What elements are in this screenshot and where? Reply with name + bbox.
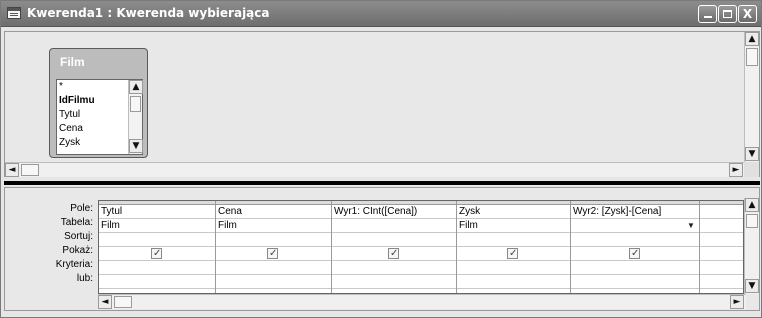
scroll-thumb[interactable] bbox=[746, 48, 758, 66]
field-list-items[interactable]: * IdFilmu Tytul Cena Zysk ▲ ▼ bbox=[56, 79, 143, 155]
scroll-thumb[interactable] bbox=[21, 164, 39, 176]
cell-sort[interactable] bbox=[99, 233, 215, 247]
scroll-corner bbox=[744, 162, 759, 177]
cell-table[interactable]: Film bbox=[457, 219, 570, 233]
field-item-tytul[interactable]: Tytul bbox=[59, 109, 80, 120]
field-list-title: Film bbox=[60, 55, 85, 69]
cell-or[interactable] bbox=[700, 275, 743, 289]
scroll-thumb[interactable] bbox=[130, 96, 141, 112]
table-pane: Film * IdFilmu Tytul Cena Zysk ▲ ▼ ▲ ▼ ◄ bbox=[4, 31, 760, 177]
show-checkbox[interactable] bbox=[388, 247, 399, 260]
minimize-icon bbox=[703, 16, 712, 18]
field-item-zysk[interactable]: Zysk bbox=[59, 137, 80, 148]
cell-or[interactable] bbox=[216, 275, 331, 289]
window-title: Kwerenda1 : Kwerenda wybierająca bbox=[27, 6, 270, 20]
field-item-cena[interactable]: Cena bbox=[59, 123, 83, 134]
grid-column-3[interactable]: Wyr1: CInt([Cena]) bbox=[332, 201, 457, 293]
cell-table[interactable] bbox=[332, 219, 456, 233]
cell-criteria[interactable] bbox=[99, 261, 215, 275]
scroll-up-icon[interactable]: ▲ bbox=[129, 80, 143, 94]
cell-show[interactable] bbox=[457, 247, 570, 261]
field-item-all[interactable]: * bbox=[59, 81, 63, 92]
cell-table[interactable]: Film bbox=[99, 219, 215, 233]
cell-show[interactable] bbox=[700, 247, 743, 261]
grid-column-6[interactable] bbox=[700, 201, 743, 293]
table-pane-hscrollbar[interactable]: ◄ ► bbox=[5, 162, 745, 177]
field-list-film[interactable]: Film * IdFilmu Tytul Cena Zysk ▲ ▼ bbox=[49, 48, 148, 158]
row-label-or: lub: bbox=[76, 273, 93, 284]
cell-sort[interactable] bbox=[332, 233, 456, 247]
cell-table[interactable]: ▼ bbox=[571, 219, 699, 233]
cell-show[interactable] bbox=[571, 247, 699, 261]
cell-table[interactable] bbox=[700, 219, 743, 233]
row-label-show: Pokaż: bbox=[62, 245, 93, 256]
cell-sort[interactable] bbox=[571, 233, 699, 247]
table-pane-vscrollbar[interactable]: ▲ ▼ bbox=[744, 32, 759, 162]
scroll-left-icon[interactable]: ◄ bbox=[98, 295, 112, 309]
scroll-up-icon[interactable]: ▲ bbox=[745, 32, 759, 46]
design-grid[interactable]: Tytul Film Cena Film Wyr1: CInt([Cen bbox=[98, 200, 744, 294]
title-bar[interactable]: Kwerenda1 : Kwerenda wybierająca X bbox=[1, 1, 761, 27]
close-button[interactable]: X bbox=[738, 5, 757, 23]
scroll-right-icon[interactable]: ► bbox=[729, 163, 743, 177]
cell-field[interactable]: Wyr2: [Zysk]-[Cena] bbox=[571, 205, 699, 219]
cell-field[interactable]: Zysk bbox=[457, 205, 570, 219]
scroll-left-icon[interactable]: ◄ bbox=[5, 163, 19, 177]
cell-table[interactable]: Film bbox=[216, 219, 331, 233]
cell-or[interactable] bbox=[99, 275, 215, 289]
scroll-down-icon[interactable]: ▼ bbox=[129, 139, 143, 153]
show-checkbox[interactable] bbox=[507, 247, 518, 260]
grid-hscrollbar[interactable]: ◄ ► bbox=[98, 294, 746, 309]
cell-criteria[interactable] bbox=[332, 261, 456, 275]
grid-column-5[interactable]: Wyr2: [Zysk]-[Cena] ▼ bbox=[571, 201, 700, 293]
show-checkbox[interactable] bbox=[151, 247, 162, 260]
scroll-down-icon[interactable]: ▼ bbox=[745, 147, 759, 161]
row-label-table: Tabela: bbox=[60, 217, 93, 228]
scroll-up-icon[interactable]: ▲ bbox=[745, 198, 759, 212]
row-label-sort: Sortuj: bbox=[64, 231, 93, 242]
cell-or[interactable] bbox=[571, 275, 699, 289]
cell-or[interactable] bbox=[457, 275, 570, 289]
grid-column-2[interactable]: Cena Film bbox=[216, 201, 332, 293]
row-label-criteria: Kryteria: bbox=[55, 259, 93, 270]
grid-column-4[interactable]: Zysk Film bbox=[457, 201, 571, 293]
cell-sort[interactable] bbox=[700, 233, 743, 247]
cell-field[interactable]: Tytul bbox=[99, 205, 215, 219]
cell-field[interactable] bbox=[700, 205, 743, 219]
cell-or[interactable] bbox=[332, 275, 456, 289]
scroll-thumb[interactable] bbox=[746, 214, 758, 228]
query-window: Kwerenda1 : Kwerenda wybierająca X Film … bbox=[0, 0, 762, 318]
grid-vscrollbar[interactable]: ▲ ▼ bbox=[744, 198, 759, 294]
cell-show[interactable] bbox=[216, 247, 331, 261]
cell-criteria[interactable] bbox=[457, 261, 570, 275]
cell-field[interactable]: Wyr1: CInt([Cena]) bbox=[332, 205, 456, 219]
cell-criteria[interactable] bbox=[216, 261, 331, 275]
field-list-scrollbar[interactable]: ▲ ▼ bbox=[128, 80, 143, 154]
cell-sort[interactable] bbox=[216, 233, 331, 247]
cell-sort[interactable] bbox=[457, 233, 570, 247]
grid-column-1[interactable]: Tytul Film bbox=[99, 201, 216, 293]
cell-show[interactable] bbox=[99, 247, 215, 261]
maximize-button[interactable] bbox=[718, 5, 737, 23]
query-icon bbox=[7, 7, 21, 19]
row-label-field: Pole: bbox=[70, 203, 93, 214]
chevron-down-icon[interactable]: ▼ bbox=[685, 220, 697, 231]
show-checkbox[interactable] bbox=[267, 247, 278, 260]
maximize-icon bbox=[723, 10, 732, 18]
cell-show[interactable] bbox=[332, 247, 456, 261]
scroll-thumb[interactable] bbox=[114, 296, 132, 308]
pane-splitter[interactable] bbox=[4, 181, 760, 185]
design-grid-pane: Pole: Tabela: Sortuj: Pokaż: Kryteria: l… bbox=[4, 187, 760, 311]
cell-field[interactable]: Cena bbox=[216, 205, 331, 219]
scroll-down-icon[interactable]: ▼ bbox=[745, 279, 759, 293]
show-checkbox[interactable] bbox=[629, 247, 640, 260]
cell-criteria[interactable] bbox=[571, 261, 699, 275]
field-item-idfilmu[interactable]: IdFilmu bbox=[59, 95, 95, 106]
cell-criteria[interactable] bbox=[700, 261, 743, 275]
scroll-right-icon[interactable]: ► bbox=[730, 295, 744, 309]
minimize-button[interactable] bbox=[698, 5, 717, 23]
